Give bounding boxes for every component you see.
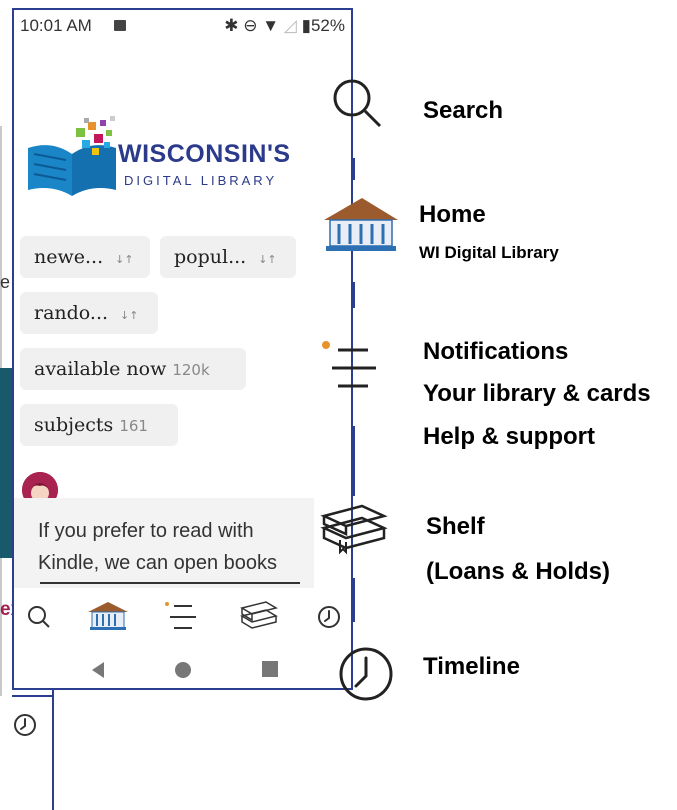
logo-subtitle: DIGITAL LIBRARY (124, 173, 278, 188)
legend-shelf-sublabel: (Loans & Holds) (426, 558, 610, 585)
signal-icon: ◿ (283, 16, 297, 35)
message-underline (40, 582, 300, 584)
sort-arrows-icon: ↓↑ (258, 253, 277, 266)
message-text: If you prefer to read with Kindle, we ca… (38, 520, 278, 574)
legend-search-label: Search (423, 97, 504, 124)
status-right: ✱ ⊖ ▼ ◿ ▮52% (224, 16, 345, 36)
bottom-tab-bar (14, 592, 351, 640)
legend-search-icon (333, 79, 382, 128)
background-vertical-line (52, 690, 54, 810)
library-building-icon[interactable] (86, 600, 130, 632)
shelf-books-icon[interactable] (236, 600, 280, 632)
home-circle-icon[interactable] (174, 661, 192, 679)
legend-home-library-icon (324, 198, 398, 251)
sort-arrows-icon: ↓↑ (115, 253, 134, 266)
legend-shelf-label: Shelf (426, 513, 485, 540)
chip-random[interactable]: rando... ↓↑ (20, 292, 158, 334)
legend-home-sublabel: WI Digital Library (419, 243, 559, 262)
legend-menu-icon (322, 341, 376, 388)
phone-screenshot: 10:01 AM ✱ ⊖ ▼ ◿ ▮52% WISCONSIN'S DIGITA… (12, 8, 353, 690)
chip-label: newe... (34, 246, 104, 268)
legend-notifications-label: Notifications (423, 338, 569, 365)
status-bar: 10:01 AM ✱ ⊖ ▼ ◿ ▮52% (14, 10, 351, 40)
chip-label: popul... (174, 246, 247, 268)
recents-icon[interactable] (262, 661, 278, 677)
status-time: 10:01 AM (20, 16, 92, 35)
logo-title: WISCONSIN'S (118, 140, 291, 168)
legend-library-cards-label: Your library & cards (423, 380, 651, 407)
chip-available-now[interactable]: available now 120k (20, 348, 246, 390)
legend-help-label: Help & support (423, 423, 595, 450)
legend-timeline-label: Timeline (423, 653, 520, 680)
chip-label: rando... (34, 302, 109, 324)
legend-home-label: Home (419, 201, 486, 228)
chip-subjects[interactable]: subjects 161 (20, 404, 178, 446)
legend-timeline-clock-icon (339, 647, 393, 701)
chip-label: available now (34, 358, 167, 380)
image-notification-icon (114, 20, 126, 31)
timeline-clock-icon[interactable] (316, 604, 342, 630)
bluetooth-icon: ✱ (224, 16, 239, 35)
background-clock-icon (14, 714, 36, 736)
search-icon[interactable] (26, 604, 52, 630)
chip-count: 120k (172, 361, 210, 379)
chip-count: 161 (119, 417, 148, 435)
chip-popular[interactable]: popul... ↓↑ (160, 236, 296, 278)
menu-icon[interactable] (162, 600, 200, 634)
chip-label: subjects (34, 414, 114, 436)
dnd-icon: ⊖ (243, 16, 258, 35)
battery-icon: ▮ (301, 16, 311, 35)
background-horizontal-line (12, 695, 52, 697)
system-navigation-bar (14, 645, 351, 688)
battery-percent: 52% (310, 16, 345, 35)
library-book-logo-icon (28, 116, 116, 196)
wifi-icon: ▼ (262, 16, 280, 35)
legend-shelf-books-icon (320, 504, 388, 555)
chip-newest[interactable]: newe... ↓↑ (20, 236, 150, 278)
sort-arrows-icon: ↓↑ (120, 309, 139, 322)
back-icon[interactable] (90, 661, 106, 679)
